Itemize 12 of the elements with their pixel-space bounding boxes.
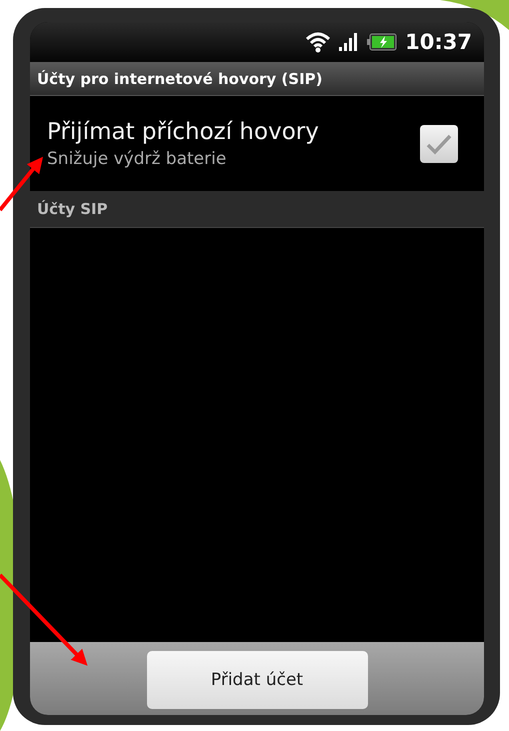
wifi-icon <box>305 31 332 53</box>
setting-summary: Snižuje výdrž baterie <box>47 148 228 168</box>
checkbox[interactable] <box>420 124 458 162</box>
checkmark-icon <box>426 132 452 154</box>
section-title: Účty SIP <box>37 200 108 218</box>
screen-title: Účty pro internetové hovory (SIP) <box>37 70 323 88</box>
background-shape <box>440 0 509 30</box>
add-account-button[interactable]: Přidat účet <box>146 650 368 708</box>
setting-title: Přijímat příchozí hovory <box>47 118 320 144</box>
signal-icon <box>339 33 360 51</box>
clock-time: 10:37 <box>405 30 472 54</box>
battery-charging-icon <box>367 33 398 51</box>
